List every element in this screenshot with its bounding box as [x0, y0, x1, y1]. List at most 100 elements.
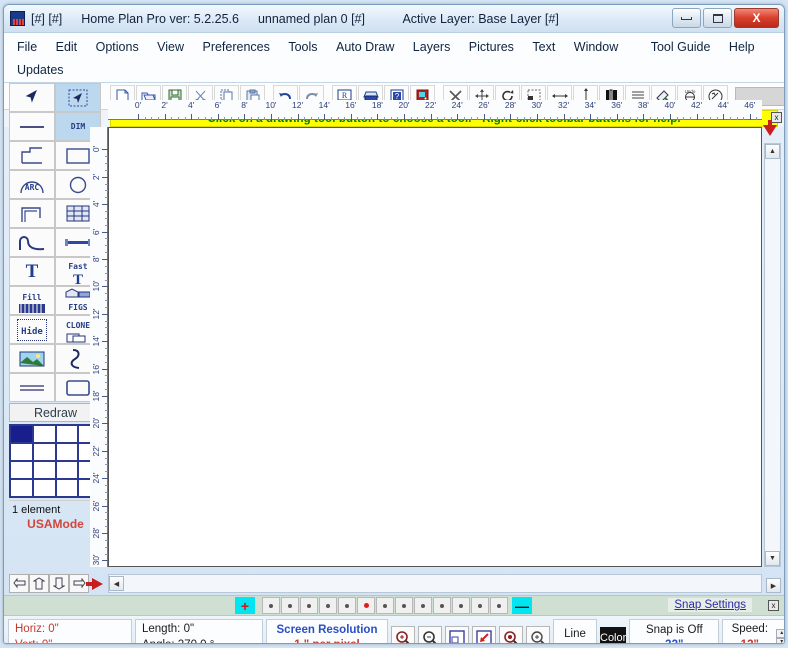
snap-bar-close-icon[interactable]: x — [768, 600, 779, 612]
menu-item-options[interactable]: Options — [89, 37, 146, 57]
ruler-minor-tick-h — [503, 117, 505, 121]
swatch-cell[interactable] — [32, 425, 56, 444]
snap-step-button[interactable] — [281, 597, 299, 615]
arrow-select-icon[interactable] — [9, 83, 55, 113]
snap-step-button[interactable] — [490, 597, 508, 615]
snap-step-button[interactable] — [262, 597, 280, 615]
increase-snap-button[interactable]: + — [235, 597, 255, 615]
swatch-cell[interactable] — [55, 443, 79, 462]
menu-item-tools[interactable]: Tools — [281, 37, 324, 57]
arc-tool-icon[interactable]: ARC — [9, 170, 55, 200]
scroll-up-button[interactable]: ▲ — [765, 144, 780, 160]
application-window: [#] [#] Home Plan Pro ver: 5.2.25.6 unna… — [3, 4, 785, 644]
swatch-cell[interactable] — [10, 443, 33, 462]
menu-item-view[interactable]: View — [150, 37, 191, 57]
ruler-label-h: 26' — [478, 100, 490, 111]
snap-step-button[interactable] — [471, 597, 489, 615]
ruler-minor-tick-h — [337, 117, 339, 121]
polyline-tool-icon[interactable] — [9, 141, 55, 171]
swatch-cell[interactable] — [10, 461, 33, 480]
horizontal-scrollbar[interactable]: ◀ — [108, 574, 762, 594]
ruler-minor-tick-h — [284, 117, 286, 121]
zoom-in-icon[interactable] — [391, 626, 415, 643]
speed-panel[interactable]: Speed: 12" ▴ ▾ — [722, 619, 784, 643]
snap-step-button[interactable] — [300, 597, 318, 615]
speed-up-button[interactable]: ▴ — [776, 628, 784, 638]
snap-step-button-active[interactable] — [357, 597, 375, 615]
menu-item-preferences[interactable]: Preferences — [195, 37, 276, 57]
snap-step-button[interactable] — [338, 597, 356, 615]
snap-settings-link[interactable]: Snap Settings — [668, 598, 752, 613]
speed-spinner[interactable]: ▴ ▾ — [776, 628, 784, 643]
swatch-cell[interactable] — [32, 479, 56, 498]
decrease-snap-button[interactable]: — — [512, 597, 532, 615]
snap-step-button[interactable] — [433, 597, 451, 615]
zoom-previous-icon[interactable] — [499, 626, 523, 643]
scroll-down-button[interactable]: ▼ — [765, 551, 780, 567]
text-tool-icon[interactable]: T — [9, 257, 55, 287]
zoom-region-icon[interactable] — [472, 626, 496, 643]
menu-item-text[interactable]: Text — [525, 37, 562, 57]
swatch-cell[interactable] — [55, 461, 79, 480]
fill-tool-icon[interactable]: Fill — [9, 286, 55, 316]
wall-tool-icon[interactable] — [9, 199, 55, 229]
scroll-left-button[interactable]: ◀ — [109, 576, 124, 592]
menu-item-auto-draw[interactable]: Auto Draw — [329, 37, 401, 57]
minimize-button[interactable] — [672, 8, 701, 28]
ruler-minor-tick-h — [470, 117, 472, 121]
snap-step-button[interactable] — [414, 597, 432, 615]
menu-item-edit[interactable]: Edit — [49, 37, 85, 57]
swatch-cell[interactable] — [55, 479, 79, 498]
menu-item-help[interactable]: Help — [722, 37, 762, 57]
swatch-cell[interactable] — [32, 443, 56, 462]
hint-close-icon[interactable]: x — [771, 112, 782, 124]
ruler-label-h: 32' — [558, 100, 570, 111]
snap-step-button[interactable] — [452, 597, 470, 615]
zoom-out-icon[interactable] — [418, 626, 442, 643]
close-button[interactable]: X — [734, 8, 779, 28]
zoom-page-icon[interactable] — [445, 626, 469, 643]
ruler-minor-tick-h — [304, 117, 306, 121]
nav-up-icon[interactable] — [29, 574, 49, 594]
color-swatch-grid[interactable] — [9, 424, 102, 499]
snap-state-panel[interactable]: Snap is Off 32" — [629, 619, 720, 643]
speed-down-button[interactable]: ▾ — [776, 637, 784, 643]
ruler-label-v: 14' — [91, 335, 101, 347]
swatch-cell[interactable] — [32, 461, 56, 480]
menu-item-window[interactable]: Window — [567, 37, 625, 57]
snap-step-button[interactable] — [395, 597, 413, 615]
ruler-label-h: 22' — [425, 100, 437, 111]
menu-item-file[interactable]: File — [10, 37, 44, 57]
maximize-button[interactable] — [703, 8, 732, 28]
picture-tool-icon[interactable] — [9, 344, 55, 374]
ruler-minor-tick-h — [656, 117, 658, 121]
menu-item-tool-guide[interactable]: Tool Guide — [644, 37, 718, 57]
menu-item-pictures[interactable]: Pictures — [462, 37, 521, 57]
ruler-tick-h — [510, 114, 512, 121]
ruler-label-h: 34' — [584, 100, 596, 111]
swatch-cell[interactable] — [10, 425, 33, 444]
swatch-cell[interactable] — [10, 479, 33, 498]
screen-resolution-panel[interactable]: Screen Resolution 1 " per pixel — [266, 619, 388, 643]
double-line-icon[interactable] — [9, 373, 55, 403]
snap-step-button[interactable] — [319, 597, 337, 615]
swatch-cell[interactable] — [55, 425, 79, 444]
nav-down-icon[interactable] — [49, 574, 69, 594]
nav-prev-icon[interactable] — [9, 574, 29, 594]
curve-tool-icon[interactable] — [9, 228, 55, 258]
vertical-scrollbar[interactable]: ▲ ▼ — [764, 143, 781, 568]
zoom-extents-icon[interactable] — [526, 626, 550, 643]
menu-item-updates[interactable]: Updates — [10, 60, 71, 80]
scroll-right-button[interactable]: ▶ — [766, 578, 781, 594]
snap-step-button[interactable] — [376, 597, 394, 615]
hide-tool-icon[interactable]: Hide — [9, 315, 55, 345]
ruler-minor-tick-h — [543, 117, 545, 121]
region-select-icon[interactable] — [55, 83, 101, 113]
redraw-button[interactable]: Redraw — [9, 403, 102, 423]
color-button[interactable]: Color — [600, 627, 627, 643]
menu-item-layers[interactable]: Layers — [406, 37, 458, 57]
drawing-canvas[interactable] — [108, 127, 762, 568]
line-tool-icon[interactable] — [9, 112, 55, 142]
line-style-panel[interactable]: Line — [553, 619, 597, 643]
resolution-value: 1 " per pixel — [273, 638, 381, 643]
